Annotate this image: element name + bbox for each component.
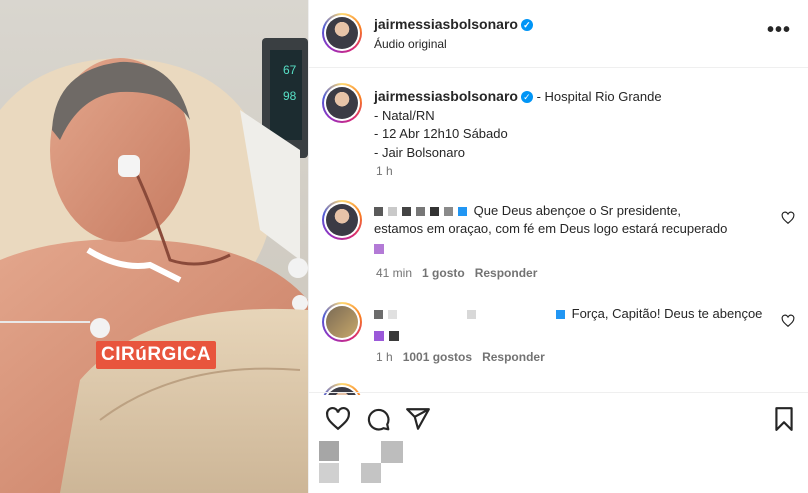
emoji-icon (374, 244, 384, 255)
comment-meta: 41 min 1 gosto Responder (376, 266, 537, 280)
comment-time: 41 min (376, 266, 413, 280)
svg-text:98: 98 (283, 89, 297, 103)
redacted-likers (319, 441, 405, 485)
comment-text-line1: Que Deus abençoe o Sr presidente, (473, 203, 682, 218)
caption-username[interactable]: jairmessiasbolsonaro (374, 88, 518, 104)
emoji-icon (389, 330, 399, 341)
caption-line-city: - Natal/RN (374, 107, 435, 123)
video-caption-badge: CIRúRGICA (96, 341, 217, 369)
comment-like-heart-icon[interactable] (781, 211, 795, 225)
emoji-icon (374, 330, 384, 341)
comment-body: Que Deus abençoe o Sr presidente, estamo… (374, 202, 774, 256)
svg-text:67: 67 (283, 63, 297, 77)
comment-likes[interactable]: 1001 gostos (403, 350, 472, 364)
share-icon[interactable] (405, 406, 431, 432)
caption-avatar[interactable] (322, 83, 362, 123)
commenter-avatar[interactable] (322, 302, 362, 342)
audio-label[interactable]: Áudio original (374, 37, 447, 51)
commenter-avatar[interactable] (322, 200, 362, 240)
author-avatar[interactable] (322, 13, 362, 53)
redacted-username[interactable] (374, 203, 474, 218)
comment-body: Força, Capitão! Deus te abençoe (374, 305, 774, 341)
verified-badge-icon: ✓ (520, 91, 533, 103)
verified-badge-icon: ✓ (520, 19, 533, 31)
comment-text-line1: Força, Capitão! Deus te abençoe (571, 306, 763, 321)
redacted-username[interactable] (374, 306, 572, 321)
comment-icon[interactable] (365, 406, 391, 432)
caption-line-signature: - Jair Bolsonaro (374, 144, 466, 160)
reply-button[interactable]: Responder (475, 266, 538, 280)
caption-line-date: - 12 Abr 12h10 Sábado (374, 126, 508, 141)
post-header: jairmessiasbolsonaro ✓ Áudio original ••• (309, 0, 808, 68)
reply-button[interactable]: Responder (482, 350, 545, 364)
post-action-bar (309, 392, 808, 493)
post-video[interactable]: 67 98 CIRúRGICA (0, 0, 308, 493)
caption-text: jairmessiasbolsonaro ✓ - Hospital Rio Gra… (374, 87, 794, 162)
caption-line-location: - Hospital Rio Grande (536, 89, 662, 104)
post-details-panel: jairmessiasbolsonaro ✓ Áudio original •••… (308, 0, 808, 493)
video-frame: 67 98 (0, 0, 308, 493)
caption-timestamp: 1 h (376, 164, 393, 178)
comment-likes[interactable]: 1 gosto (422, 266, 465, 280)
bookmark-icon[interactable] (771, 406, 797, 432)
heart-icon[interactable] (325, 406, 351, 432)
comment-time: 1 h (376, 350, 393, 364)
author-username[interactable]: jairmessiasbolsonaro ✓ (374, 16, 533, 32)
author-username-text[interactable]: jairmessiasbolsonaro (374, 16, 518, 32)
comment-like-heart-icon[interactable] (781, 314, 795, 328)
comment-text-line2: estamos em oraçao, com fé em Deus logo e… (374, 221, 728, 236)
comment-meta: 1 h 1001 gostos Responder (376, 350, 545, 364)
more-options-icon[interactable]: ••• (767, 19, 791, 42)
